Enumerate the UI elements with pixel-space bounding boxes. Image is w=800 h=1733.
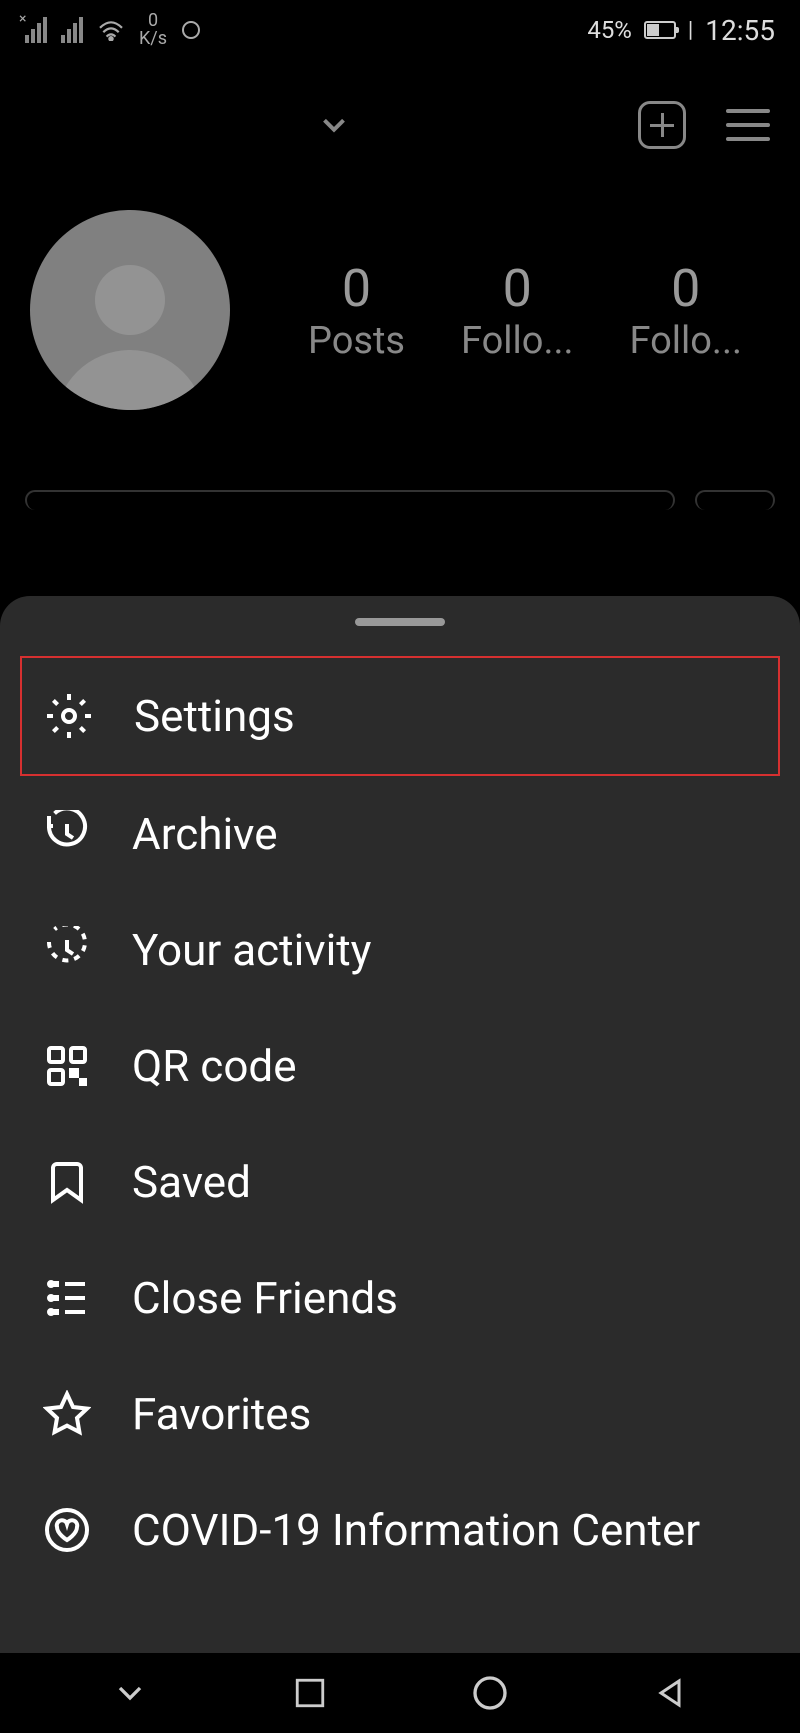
hamburger-menu-button[interactable]: [726, 109, 770, 141]
menu-saved[interactable]: Saved: [0, 1124, 800, 1240]
menu-close-friends-label: Close Friends: [132, 1272, 398, 1324]
nav-down-button[interactable]: [106, 1669, 154, 1717]
menu-settings[interactable]: Settings: [20, 656, 780, 776]
menu-close-friends[interactable]: Close Friends: [0, 1240, 800, 1356]
status-bar: × 0 K/s: [0, 0, 800, 60]
followers-stat[interactable]: 0 Follo...: [461, 258, 574, 363]
menu-saved-label: Saved: [132, 1156, 251, 1208]
avatar[interactable]: [30, 210, 230, 410]
menu-favorites-label: Favorites: [132, 1388, 311, 1440]
menu-qr-label: QR code: [132, 1040, 297, 1092]
edit-profile-area: [0, 490, 800, 510]
menu-settings-label: Settings: [134, 690, 295, 742]
menu-your-activity[interactable]: Your activity: [0, 892, 800, 1008]
network-speed: 0 K/s: [139, 12, 167, 48]
nav-back-button[interactable]: [646, 1669, 694, 1717]
menu-bottom-sheet: Settings Archive Your activity: [0, 596, 800, 1653]
signal-icon: [61, 17, 83, 43]
discover-people-button[interactable]: [695, 490, 775, 510]
gear-icon: [44, 691, 94, 741]
profile-header: [0, 60, 800, 190]
battery-percent: 45%: [587, 16, 632, 44]
star-icon: [42, 1389, 92, 1439]
sheet-drag-handle[interactable]: [355, 618, 445, 626]
menu-activity-label: Your activity: [132, 924, 372, 976]
menu-archive-label: Archive: [132, 808, 278, 860]
bookmark-icon: [42, 1157, 92, 1207]
signal-icon-no-sim: ×: [25, 17, 47, 43]
close-friends-icon: [42, 1273, 92, 1323]
username-dropdown[interactable]: [30, 106, 638, 144]
status-left: × 0 K/s: [25, 12, 201, 48]
menu-covid-label: COVID-19 Information Center: [132, 1504, 700, 1556]
nav-home-button[interactable]: [466, 1669, 514, 1717]
archive-icon: [42, 809, 92, 859]
create-post-button[interactable]: [638, 101, 686, 149]
following-stat[interactable]: 0 Follo...: [629, 258, 742, 363]
nav-recent-button[interactable]: [286, 1669, 334, 1717]
menu-favorites[interactable]: Favorites: [0, 1356, 800, 1472]
menu-qr-code[interactable]: QR code: [0, 1008, 800, 1124]
qr-code-icon: [42, 1041, 92, 1091]
status-right: 45% | 12:55: [587, 14, 775, 47]
heart-circle-icon: [42, 1505, 92, 1555]
menu-archive[interactable]: Archive: [0, 776, 800, 892]
android-nav-bar: [0, 1653, 800, 1733]
wifi-icon: [97, 19, 125, 41]
battery-icon: [644, 21, 676, 39]
posts-stat[interactable]: 0 Posts: [308, 258, 405, 363]
activity-icon: [42, 925, 92, 975]
profile-stats-section: 0 Posts 0 Follo... 0 Follo...: [0, 190, 800, 490]
edit-profile-button[interactable]: [25, 490, 675, 510]
menu-covid[interactable]: COVID-19 Information Center: [0, 1472, 800, 1588]
circle-icon: [181, 20, 201, 40]
time: 12:55: [705, 14, 775, 47]
